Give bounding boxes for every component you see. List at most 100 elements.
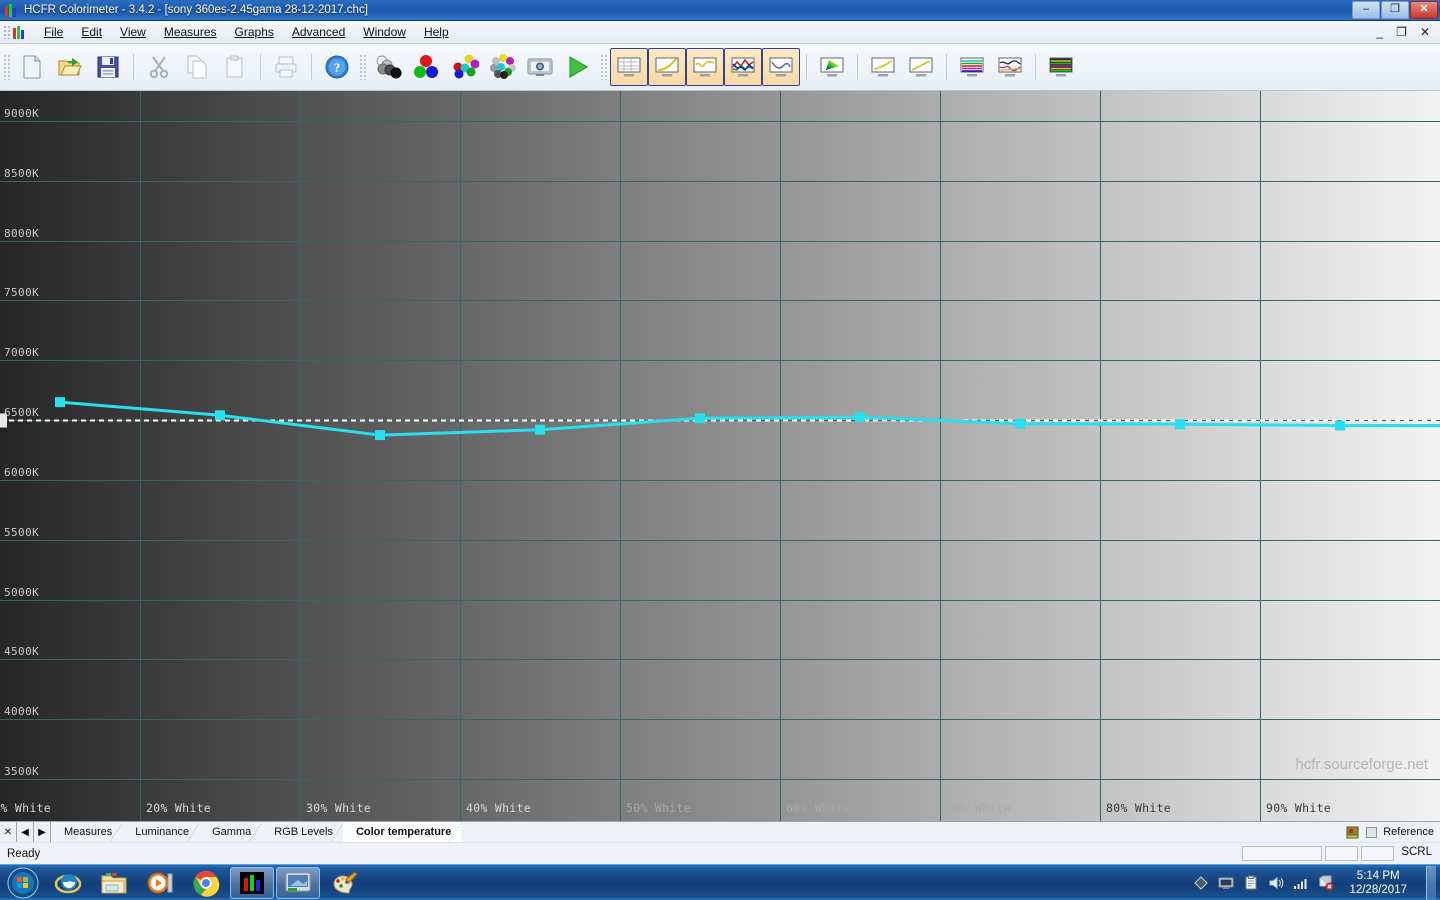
taskbar-google-chrome[interactable] [184, 867, 228, 899]
menu-window[interactable]: Window [354, 22, 415, 42]
menu-measures-label: Measures [163, 25, 217, 39]
run-measures-icon[interactable] [559, 48, 597, 86]
y-axis-tick-9000K: 9000K [4, 106, 40, 120]
colors-graph-icon[interactable] [1042, 48, 1080, 86]
data-point-marker [1015, 418, 1025, 429]
toolbar-separator [857, 54, 858, 80]
toolbar-separator [133, 54, 134, 80]
menu-help-label: Help [423, 25, 449, 39]
tray-network-signal-icon[interactable] [1293, 875, 1309, 891]
taskbar-clock[interactable]: 5:14 PM 12/28/2017 [1343, 869, 1413, 897]
reference-checkbox[interactable] [1366, 826, 1378, 838]
toolbar-drag-grip[interactable] [600, 54, 607, 80]
mdi-window-controls: _ ❐ ✕ [1376, 25, 1440, 39]
menu-advanced[interactable]: Advanced [283, 22, 354, 42]
saturations-measure-icon[interactable] [483, 48, 521, 86]
paste-icon[interactable] [216, 48, 254, 86]
sensor-icon[interactable] [1345, 825, 1360, 840]
menu-graphs[interactable]: Graphs [226, 22, 283, 42]
secondaries-measure-icon[interactable] [445, 48, 483, 86]
tab-luminance[interactable]: Luminance [122, 822, 200, 842]
toolbar-drag-grip[interactable] [3, 54, 10, 80]
mdi-close-button[interactable]: ✕ [1420, 25, 1430, 39]
luminance-graph-icon[interactable] [648, 48, 686, 86]
help-icon[interactable]: ? [318, 48, 356, 86]
close-button[interactable]: ✕ [1410, 0, 1438, 19]
single-measure-icon[interactable] [521, 48, 559, 86]
primaries-measure-icon[interactable] [407, 48, 445, 86]
reference-label: Reference [1383, 826, 1434, 838]
menu-file[interactable]: File [35, 22, 72, 42]
tab-measures[interactable]: Measures [51, 822, 124, 842]
x-axis-tick-40--white: 40% White [466, 801, 532, 815]
taskbar-display-utility[interactable] [276, 866, 320, 899]
tab-prev-button[interactable]: ◀ [17, 822, 34, 842]
data-point-marker [375, 430, 385, 441]
tray-display-icon[interactable] [1218, 875, 1234, 891]
rgb-levels-graph-icon[interactable] [724, 48, 762, 86]
tab-rgb-levels[interactable]: RGB Levels [261, 822, 344, 842]
title-bar: HCFR Colorimeter - 3.4.2 - [sony 360es-2… [0, 0, 1440, 21]
taskbar-paint[interactable] [322, 867, 366, 899]
grayscale-measure-icon[interactable] [369, 48, 407, 86]
data-point-marker [535, 424, 545, 435]
menu-view[interactable]: View [111, 22, 155, 42]
y-axis-tick-7000K: 7000K [4, 346, 40, 360]
menu-graphs-label: Graphs [234, 25, 274, 39]
restore-button[interactable]: ❐ [1381, 0, 1409, 19]
gamma-graph-icon[interactable] [686, 48, 724, 86]
mdi-restore-button[interactable]: ❐ [1396, 25, 1407, 39]
tray-volume-icon[interactable] [1268, 875, 1284, 891]
satlum-graph-icon[interactable] [953, 48, 991, 86]
document-logo-icon [13, 25, 27, 39]
satshift-graph-icon[interactable] [991, 48, 1029, 86]
clock-date: 12/28/2017 [1349, 883, 1407, 896]
tray-diamond-icon[interactable] [1193, 875, 1209, 891]
data-point-marker [55, 397, 65, 408]
taskbar-windows-media-player[interactable] [138, 867, 182, 899]
app-logo-icon [5, 3, 19, 17]
cie-chart-icon[interactable] [813, 48, 851, 86]
tab-color-temperature[interactable]: Color temperature [342, 822, 463, 842]
open-icon[interactable] [51, 48, 89, 86]
tray-clipboard-icon[interactable] [1243, 875, 1259, 891]
print-icon[interactable] [267, 48, 305, 86]
start-button[interactable] [2, 866, 44, 900]
save-icon[interactable] [89, 48, 127, 86]
show-desktop-button[interactable] [1426, 865, 1436, 900]
near-white-graph-icon[interactable] [864, 48, 902, 86]
menu-bar: File Edit View Measures Graphs Advanced … [0, 21, 1440, 44]
tray-network-error-icon[interactable] [1318, 875, 1334, 891]
application-window: HCFR Colorimeter - 3.4.2 - [sony 360es-2… [0, 0, 1440, 900]
taskbar-internet-explorer[interactable]: e [46, 867, 90, 899]
y-axis-tick-8500K: 8500K [4, 166, 40, 180]
tab-next-button[interactable]: ▶ [34, 822, 51, 842]
tab-gamma[interactable]: Gamma [199, 822, 263, 842]
color-temperature-chart-panel[interactable]: 9000K 8500K 8000K 7500K 7000K 6500K 6000K 5500K… [0, 91, 1440, 821]
menu-help[interactable]: Help [415, 22, 458, 42]
x-axis-tick-60--white: 60% White [786, 801, 852, 815]
copy-icon[interactable] [178, 48, 216, 86]
status-pane-1 [1242, 846, 1323, 861]
taskbar-file-explorer[interactable] [92, 867, 136, 899]
y-axis-tick-7500K: 7500K [4, 286, 40, 300]
taskbar-hcfr-colorimeter[interactable] [230, 866, 274, 899]
color-temperature-graph-icon[interactable] [762, 48, 800, 86]
menu-drag-grip[interactable] [3, 25, 11, 39]
y-axis-tick-5000K: 5000K [4, 585, 40, 599]
x-axis-tick-50--white: 50% White [626, 801, 692, 815]
system-tray: 5:14 PM 12/28/2017 [1193, 865, 1440, 900]
x-axis-tick-70--white: 70% White [946, 801, 1012, 815]
new-icon[interactable] [13, 48, 51, 86]
minimize-button[interactable]: – [1352, 0, 1380, 19]
near-black-graph-icon[interactable] [902, 48, 940, 86]
menu-edit-label: Edit [81, 25, 103, 39]
color-temperature-chart[interactable] [0, 91, 1440, 821]
menu-measures[interactable]: Measures [155, 22, 226, 42]
tab-close-button[interactable]: ✕ [0, 822, 17, 842]
cut-icon[interactable] [140, 48, 178, 86]
mdi-minimize-button[interactable]: _ [1376, 25, 1383, 39]
menu-edit[interactable]: Edit [72, 22, 111, 42]
toolbar-drag-grip[interactable] [359, 54, 366, 80]
measures-grid-icon[interactable] [610, 48, 648, 86]
